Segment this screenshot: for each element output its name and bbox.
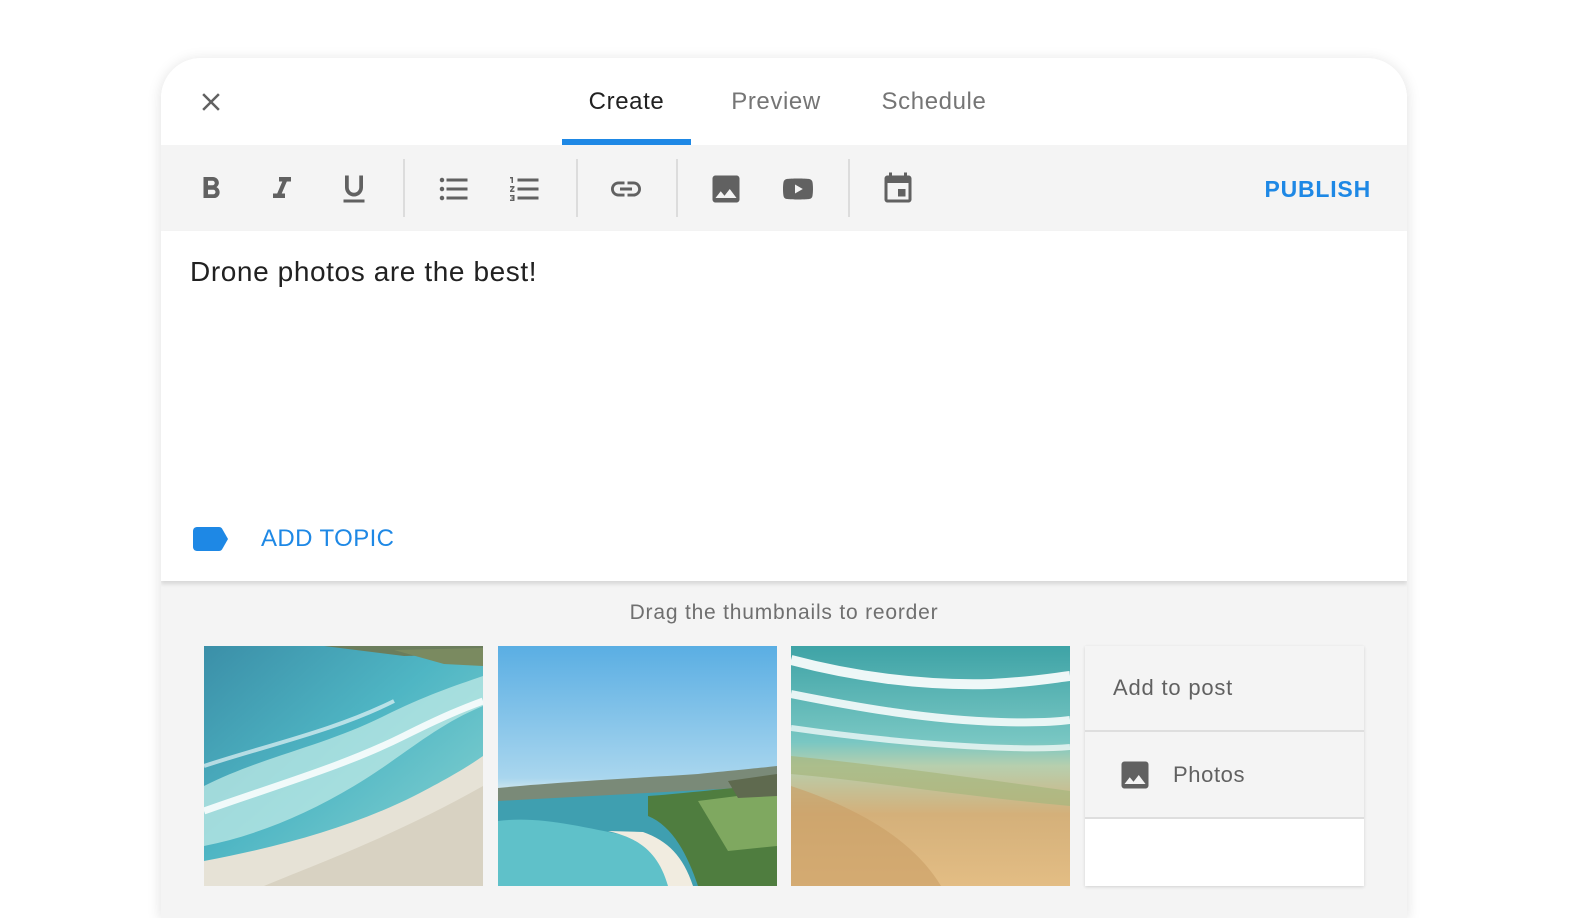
formatting-toolbar: PUBLISH	[161, 145, 1407, 231]
close-icon	[202, 93, 220, 111]
close-button[interactable]	[191, 82, 231, 122]
photo-thumbnail[interactable]	[498, 646, 777, 886]
italic-icon	[273, 177, 291, 198]
photo-thumbnail[interactable]	[204, 646, 483, 886]
beach-photo-image	[204, 646, 483, 886]
link-icon	[611, 181, 641, 197]
bold-button[interactable]	[189, 167, 233, 211]
bold-icon	[203, 177, 220, 198]
shoreline-photo-image	[791, 646, 1070, 886]
insert-image-button[interactable]	[704, 167, 748, 211]
italic-button[interactable]	[260, 167, 304, 211]
numbered-list-button[interactable]	[503, 167, 547, 211]
composer-header: Create Preview Schedule	[161, 58, 1407, 145]
toolbar-divider	[576, 159, 578, 217]
composer-tabs: Create Preview Schedule	[562, 58, 1007, 145]
video-icon	[783, 178, 813, 200]
image-icon	[1121, 761, 1149, 788]
add-photos-option[interactable]: Photos	[1085, 732, 1364, 819]
toolbar-divider	[676, 159, 678, 217]
add-topic-button[interactable]: ADD TOPIC	[193, 521, 394, 557]
add-topic-label: ADD TOPIC	[261, 525, 395, 552]
reorder-hint: Drag the thumbnails to reorder	[629, 601, 939, 624]
add-to-post-panel: Add to post Photos	[1085, 646, 1364, 886]
toolbar-divider	[403, 159, 405, 217]
add-to-post-title: Add to post	[1085, 646, 1364, 732]
tab-schedule[interactable]: Schedule	[861, 58, 1007, 145]
photo-thumbnail[interactable]	[791, 646, 1070, 886]
tab-preview[interactable]: Preview	[691, 58, 861, 145]
tab-create[interactable]: Create	[562, 58, 691, 145]
post-text-input[interactable]: Drone photos are the best!	[190, 256, 1370, 288]
numbered-list-icon	[510, 177, 539, 201]
underline-icon	[343, 175, 365, 203]
post-composer-dialog: Create Preview Schedule PUBLISH Drone ph…	[161, 58, 1407, 918]
calendar-icon	[884, 172, 912, 203]
add-photos-label: Photos	[1173, 761, 1246, 787]
post-editor: Drone photos are the best! ADD TOPIC	[161, 231, 1407, 581]
toolbar-divider	[848, 159, 850, 217]
label-tag-icon	[193, 527, 228, 551]
image-icon	[712, 175, 740, 203]
coastline-photo-image	[498, 646, 777, 886]
insert-video-button[interactable]	[776, 167, 820, 211]
media-area: Drag the thumbnails to reorder Add to po…	[161, 581, 1407, 918]
publish-button[interactable]: PUBLISH	[1264, 167, 1371, 211]
schedule-date-button[interactable]	[876, 167, 920, 211]
link-button[interactable]	[604, 167, 648, 211]
underline-button[interactable]	[332, 167, 376, 211]
bulleted-list-button[interactable]	[432, 167, 476, 211]
bulleted-list-icon	[439, 177, 468, 201]
